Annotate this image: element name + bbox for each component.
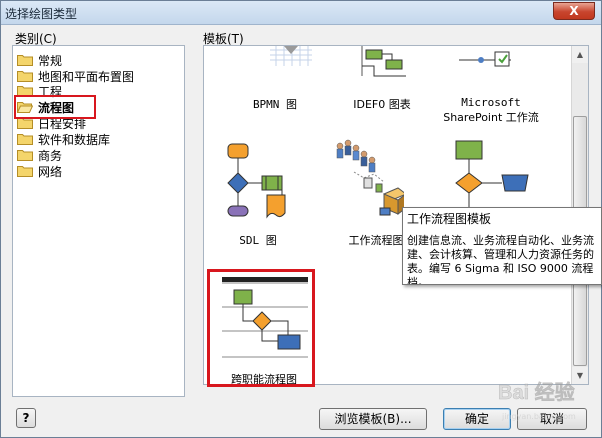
- browse-templates-button[interactable]: 浏览模板(B)...: [319, 408, 427, 430]
- template-label-sharepoint-2: SharePoint 工作流: [443, 111, 539, 124]
- category-item-network[interactable]: 网络: [17, 163, 62, 179]
- window-title: 选择绘图类型: [5, 7, 78, 21]
- template-label-sdl: SDL 图: [239, 234, 277, 247]
- scroll-up-button[interactable]: ▲: [572, 46, 588, 63]
- tooltip-body: 创建信息流、业务流程自动化、业务流 建、会计核算、管理和人力资源任务的 表。编写…: [407, 234, 601, 285]
- bpmn-thumbnail[interactable]: [270, 46, 312, 66]
- category-item-general[interactable]: 常规: [17, 52, 62, 68]
- template-label-sharepoint-1: Microsoft: [461, 96, 521, 109]
- close-button[interactable]: X: [553, 2, 595, 20]
- template-label-idef0: IDEF0 图表: [353, 98, 411, 111]
- folder-icon: [17, 150, 33, 161]
- tooltip-line: 表。编写 6 Sigma 和 ISO 9000 流程: [407, 262, 594, 275]
- folder-icon: [17, 71, 33, 82]
- baidu-watermark-logo: Bai 经验 jingyan.baidu.com: [498, 380, 576, 421]
- title-bar: 选择绘图类型 X: [1, 1, 601, 25]
- category-label: 商务: [38, 148, 63, 163]
- template-label-bpmn: BPMN 图: [252, 98, 298, 111]
- tooltip-line: 创建信息流、业务流程自动化、业务流: [407, 234, 594, 247]
- tooltip-line: 档。: [407, 276, 429, 285]
- highlight-box: [14, 95, 96, 119]
- sdl-output-shape: [266, 194, 286, 219]
- sharepoint-thumbnail[interactable]: [459, 46, 511, 72]
- category-item-software[interactable]: 软件和数据库: [17, 131, 110, 147]
- category-label: 软件和数据库: [38, 132, 111, 147]
- idef0-thumbnail[interactable]: [356, 46, 416, 84]
- help-button[interactable]: ?: [16, 408, 36, 428]
- watermark-sub: jingyan.baidu.com: [501, 412, 576, 421]
- tooltip-line: 建、会计核算、管理和人力资源任务的: [407, 248, 594, 261]
- category-item-business[interactable]: 商务: [17, 147, 62, 163]
- tooltip-title: 工作流程图模板: [407, 212, 492, 226]
- watermark-text: Bai 经验: [498, 380, 575, 404]
- category-label: 常规: [38, 53, 63, 68]
- category-label: 网络: [38, 164, 63, 179]
- folder-icon: [17, 134, 33, 145]
- category-item-maps[interactable]: 地图和平面布置图: [17, 68, 134, 84]
- folder-icon: [17, 166, 33, 177]
- highlight-box: [207, 269, 315, 387]
- basic-flowchart-thumbnail[interactable]: [454, 140, 534, 212]
- folder-icon: [17, 55, 33, 66]
- category-list[interactable]: 常规 地图和平面布置图 工程 流程图 日程安排 软件和数据库 商务 网络: [12, 45, 185, 397]
- template-tooltip: 工作流程图模板 创建信息流、业务流程自动化、业务流 建、会计核算、管理和人力资源…: [402, 207, 602, 285]
- dialog-window: 选择绘图类型 X 类别(C) 模板(T) 常规 地图和平面布置图 工程 流程图 …: [0, 0, 602, 438]
- workflow-thumbnail[interactable]: [334, 138, 404, 220]
